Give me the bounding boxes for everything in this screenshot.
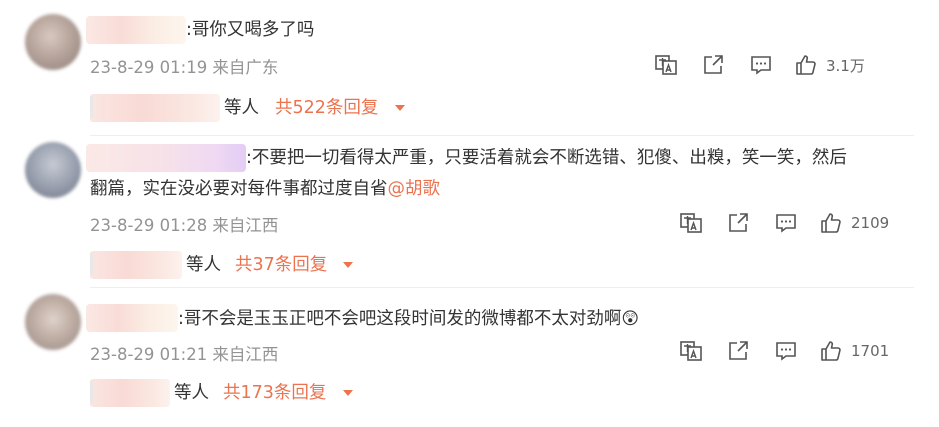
like-count: 1701 <box>851 342 890 360</box>
comment-button[interactable] <box>774 338 798 364</box>
share-button[interactable] <box>701 52 725 78</box>
comment-actions: 3.1万 <box>654 52 914 78</box>
translate-icon <box>655 55 677 75</box>
like-count: 3.1万 <box>826 56 865 75</box>
like-icon <box>821 213 841 233</box>
comment-item: :哥不会是玉玉正吧不会吧这段时间发的微博都不太对劲啊😲 23-8-29 01:2… <box>0 288 939 427</box>
translate-button[interactable] <box>654 52 678 78</box>
comment-text-line2-body: 翻篇，实在没必要对每件事都过度自省 <box>90 179 388 199</box>
comment-text-body: :哥不会是玉玉正吧不会吧这段时间发的微博都不太对劲啊 <box>178 309 622 329</box>
like-button[interactable]: 2109 <box>819 210 889 236</box>
reply-users-blurred <box>90 379 170 407</box>
caret-down-icon[interactable] <box>395 105 405 111</box>
like-icon <box>821 341 841 361</box>
reply-users-suffix: 等人 <box>186 255 221 275</box>
share-icon <box>704 55 723 74</box>
comment-actions: 2109 <box>679 210 914 236</box>
like-button[interactable]: 3.1万 <box>794 52 865 78</box>
reply-summary[interactable]: 等人 共522条回复 <box>90 92 420 124</box>
translate-icon <box>680 341 702 361</box>
comment-meta: 23-8-29 01:19 来自广东 <box>90 58 279 77</box>
comment-actions: 1701 <box>679 338 914 364</box>
mention-link[interactable]: @胡歌 <box>388 179 441 199</box>
reply-count-link[interactable]: 共173条回复 <box>223 377 326 409</box>
reply-users-blurred <box>90 94 220 122</box>
reply-indent-bar <box>90 96 93 118</box>
username-blurred[interactable] <box>86 16 186 44</box>
share-button[interactable] <box>726 338 750 364</box>
translate-button[interactable] <box>679 338 703 364</box>
reply-indent-bar <box>90 381 93 403</box>
shocked-emoji-icon: 😲 <box>621 309 640 329</box>
username-blurred[interactable] <box>86 144 246 172</box>
comment-button[interactable] <box>774 210 798 236</box>
share-icon <box>729 213 748 232</box>
reply-summary[interactable]: 等人 共173条回复 <box>90 377 370 409</box>
reply-users-suffix: 等人 <box>174 383 209 403</box>
comment-button[interactable] <box>749 52 773 78</box>
share-button[interactable] <box>726 210 750 236</box>
comment-meta: 23-8-29 01:21 来自江西 <box>90 345 279 364</box>
avatar[interactable] <box>25 142 81 198</box>
comment-icon <box>776 342 796 361</box>
translate-button[interactable] <box>679 210 703 236</box>
translate-icon <box>680 213 702 233</box>
comment-text-line1: :不要把一切看得太严重，只要活着就会不断选错、犯傻、出糗，笑一笑，然后 <box>246 148 847 168</box>
reply-summary[interactable]: 等人 共37条回复 <box>90 249 370 281</box>
comment-item: :不要把一切看得太严重，只要活着就会不断选错、犯傻、出糗，笑一笑，然后 翻篇，实… <box>0 136 939 286</box>
comment-icon <box>776 214 796 233</box>
comment-text: :哥你又喝多了吗 <box>186 20 315 40</box>
comment-text-line2: 翻篇，实在没必要对每件事都过度自省@胡歌 <box>90 174 440 204</box>
comment-text: :哥不会是玉玉正吧不会吧这段时间发的微博都不太对劲啊😲 <box>178 304 639 334</box>
reply-users-blurred <box>90 251 182 279</box>
like-count: 2109 <box>851 214 890 232</box>
reply-count-link[interactable]: 共522条回复 <box>275 92 378 124</box>
comment-item: :哥你又喝多了吗 23-8-29 01:19 来自广东 3.1万 等人 共522… <box>0 0 939 140</box>
reply-users-suffix: 等人 <box>224 98 259 118</box>
comment-meta: 23-8-29 01:28 来自江西 <box>90 216 279 235</box>
avatar[interactable] <box>25 294 81 350</box>
reply-count-link[interactable]: 共37条回复 <box>235 249 327 281</box>
caret-down-icon[interactable] <box>343 390 353 396</box>
caret-down-icon[interactable] <box>343 262 353 268</box>
share-icon <box>729 341 748 360</box>
username-blurred[interactable] <box>86 304 178 332</box>
like-icon <box>796 55 816 75</box>
like-button[interactable]: 1701 <box>819 338 889 364</box>
comment-icon <box>751 56 771 75</box>
avatar[interactable] <box>25 14 81 70</box>
reply-indent-bar <box>90 253 93 275</box>
